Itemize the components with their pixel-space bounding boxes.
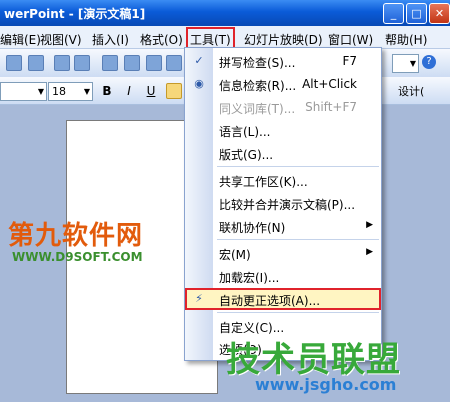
menu-item-language[interactable]: 语言(L)... [185, 119, 381, 141]
menu-item-label: 自动更正选项(A)... [219, 294, 321, 308]
menu-item-shared-workspace[interactable]: 共享工作区(K)... [185, 169, 381, 191]
spelling-icon: ✓ [194, 54, 204, 67]
menu-bar: 编辑(E) 视图(V) 插入(I) 格式(O) 工具(T) 幻灯片放映(D) 窗… [0, 26, 450, 52]
watermark-logo: 技术员联盟 [226, 340, 401, 380]
window-title: werPoint - [演示文稿1] [4, 7, 146, 21]
research-icon: ◉ [194, 77, 204, 90]
menu-item-research[interactable]: ◉ 信息检索(R)... Alt+Click [185, 73, 381, 95]
underline-button[interactable]: U [142, 82, 160, 100]
minimize-button[interactable]: _ [383, 3, 404, 24]
menu-item-shortcut: F7 [342, 54, 357, 68]
research-icon[interactable] [74, 55, 90, 71]
title-bar: werPoint - [演示文稿1] _ □ ✕ [0, 0, 450, 26]
menu-window[interactable]: 窗口(W) [328, 31, 373, 48]
menu-separator [217, 312, 379, 313]
help-icon[interactable]: ? [422, 55, 436, 69]
menu-item-label: 版式(G)... [219, 148, 274, 162]
font-size-value: 18 [52, 85, 66, 98]
design-button[interactable]: 设计( [398, 83, 424, 99]
submenu-arrow-icon: ▶ [366, 247, 373, 257]
italic-button[interactable]: I [120, 82, 138, 100]
menu-format[interactable]: 格式(O) [140, 31, 183, 48]
copy-icon[interactable] [124, 55, 140, 71]
menu-item-addins[interactable]: 加载宏(I)... [185, 265, 381, 287]
font-name-dropdown[interactable]: ▼ [0, 82, 47, 101]
menu-slideshow[interactable]: 幻灯片放映(D) [244, 31, 323, 48]
menu-insert[interactable]: 插入(I) [92, 31, 129, 48]
menu-separator [217, 166, 379, 167]
format-painter-icon[interactable] [166, 55, 182, 71]
watermark-logo: 第九软件网 [8, 221, 144, 251]
font-size-dropdown[interactable]: 18 ▼ [48, 82, 93, 101]
cut-icon[interactable] [102, 55, 118, 71]
menu-item-label: 语言(L)... [219, 125, 271, 139]
close-button[interactable]: ✕ [429, 3, 450, 24]
zoom-dropdown[interactable]: ▼ [392, 54, 419, 73]
menu-separator [217, 239, 379, 240]
chevron-down-icon: ▼ [409, 59, 416, 68]
menu-item-layout[interactable]: 版式(G)... [185, 142, 381, 164]
menu-item-macro[interactable]: 宏(M) ▶ [185, 242, 381, 264]
menu-item-label: 联机协作(N) [219, 221, 286, 235]
menu-item-compare-merge[interactable]: 比较并合并演示文稿(P)... [185, 192, 381, 214]
menu-edit[interactable]: 编辑(E) [0, 31, 41, 48]
menu-item-online-collaboration[interactable]: 联机协作(N) ▶ [185, 215, 381, 237]
menu-help[interactable]: 帮助(H) [385, 31, 427, 48]
menu-item-shortcut: Alt+Click [302, 77, 357, 91]
spelling-icon[interactable] [54, 55, 70, 71]
chevron-down-icon: ▼ [83, 87, 90, 96]
print-preview-icon[interactable] [28, 55, 44, 71]
menu-view[interactable]: 视图(V) [40, 31, 82, 48]
menu-item-thesaurus[interactable]: 同义词库(T)... Shift+F7 [185, 96, 381, 118]
menu-item-label: 宏(M) [219, 248, 251, 262]
menu-item-label: 加载宏(I)... [219, 271, 280, 285]
paste-icon[interactable] [146, 55, 162, 71]
menu-item-autocorrect[interactable]: ⚡ 自动更正选项(A)... [185, 288, 381, 310]
bold-button[interactable]: B [98, 82, 116, 100]
watermark-url: WWW.D9SOFT.COM [12, 250, 143, 264]
menu-item-shortcut: Shift+F7 [305, 100, 357, 114]
menu-item-label: 同义词库(T)... [219, 102, 296, 116]
watermark-url: www.jsgho.com [255, 375, 397, 394]
print-icon[interactable] [6, 55, 22, 71]
autocorrect-icon: ⚡ [195, 292, 203, 305]
align-left-icon[interactable] [166, 83, 182, 99]
submenu-arrow-icon: ▶ [366, 220, 373, 230]
menu-item-label: 比较并合并演示文稿(P)... [219, 198, 356, 212]
menu-item-label: 共享工作区(K)... [219, 175, 308, 189]
chevron-down-icon: ▼ [37, 87, 44, 96]
menu-item-spelling[interactable]: ✓ 拼写检查(S)... F7 [185, 50, 381, 72]
menu-item-label: 拼写检查(S)... [219, 56, 296, 70]
maximize-button[interactable]: □ [406, 3, 427, 24]
menu-item-label: 信息检索(R)... [219, 79, 297, 93]
menu-tools[interactable]: 工具(T) [186, 27, 235, 52]
tools-menu: ✓ 拼写检查(S)... F7 ◉ 信息检索(R)... Alt+Click 同… [184, 47, 382, 361]
